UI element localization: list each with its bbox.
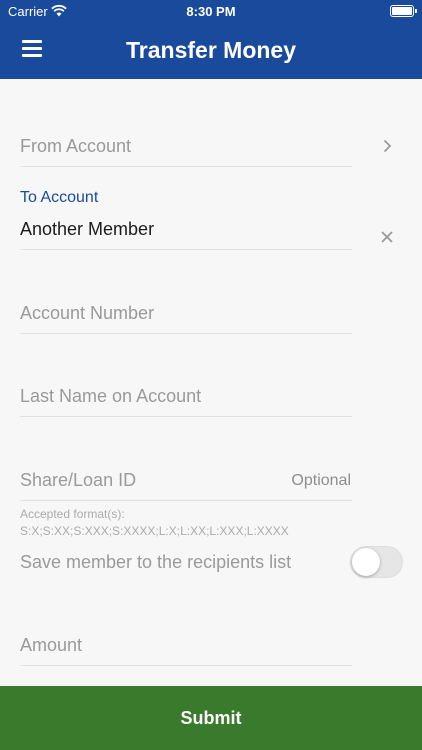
to-account-underline (20, 249, 352, 250)
app-header: Carrier 8:30 PM Transfer Money (0, 0, 422, 79)
last-name-input[interactable]: Last Name on Account (20, 386, 201, 407)
save-member-label: Save member to the recipients list (20, 552, 292, 572)
to-account-label: To Account (20, 189, 99, 206)
battery-icon (390, 5, 417, 17)
accepted-formats-title: Accepted format(s): (20, 507, 125, 521)
share-loan-id-input[interactable]: Share/Loan ID (20, 470, 136, 491)
accepted-formats-list: S:X;S:XX;S:XXX;S:XXXX;L:X;L:XX;L:XXX;L:X… (20, 524, 289, 538)
account-number-input[interactable]: Account Number (20, 303, 154, 324)
from-account-field[interactable]: From Account (20, 136, 131, 157)
last-name-underline (20, 416, 352, 417)
to-account-value[interactable]: Another Member (20, 219, 154, 240)
status-time: 8:30 PM (186, 4, 236, 19)
amount-input[interactable]: Amount (20, 635, 82, 656)
optional-label: Optional (291, 472, 351, 489)
close-icon[interactable] (380, 230, 394, 244)
amount-underline (20, 665, 352, 666)
submit-button[interactable]: Submit (0, 686, 422, 750)
account-number-underline (20, 333, 352, 334)
from-account-underline (20, 166, 352, 167)
toggle-knob (352, 548, 380, 576)
save-member-toggle[interactable] (350, 546, 403, 578)
chevron-right-icon[interactable] (380, 139, 394, 153)
status-bar: Carrier 8:30 PM (0, 0, 422, 22)
share-loan-id-underline (20, 500, 352, 501)
page-title: Transfer Money (126, 37, 296, 63)
